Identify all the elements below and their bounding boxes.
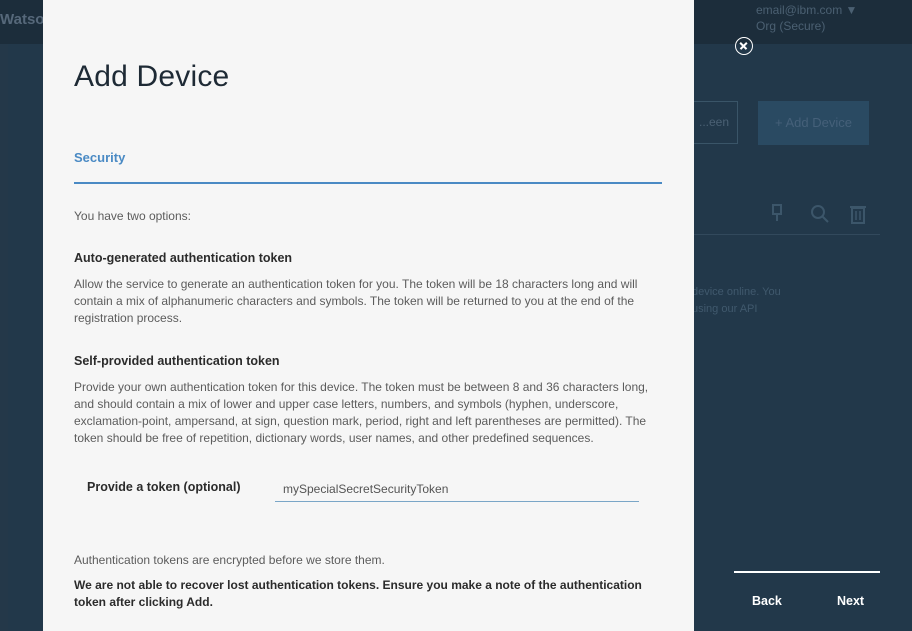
warning-text: We are not able to recover lost authenti… <box>74 578 642 609</box>
background-text-line: device online. You <box>692 286 781 298</box>
app-brand: Watso <box>0 11 45 28</box>
add-device-dialog: Add Device Security You have two options… <box>43 0 694 631</box>
tab-security[interactable]: Security <box>74 150 125 165</box>
intro-text: You have two options: <box>74 209 191 223</box>
add-device-button[interactable]: + Add Device <box>758 101 869 145</box>
user-email: email@ibm.com ▼ <box>756 3 858 17</box>
token-field-label: Provide a token (optional) <box>87 480 241 494</box>
user-org: Org (Secure) <box>756 19 826 33</box>
table-toolbar <box>690 200 880 235</box>
auto-token-heading: Auto-generated authentication token <box>74 251 293 265</box>
token-input[interactable] <box>275 476 639 502</box>
user-menu[interactable]: email@ibm.com ▼ Org (Secure) <box>756 2 857 34</box>
back-button[interactable]: Back <box>752 594 782 608</box>
dialog-title: Add Device <box>74 60 230 93</box>
tab-underline <box>74 182 662 184</box>
secondary-button[interactable]: ...een <box>690 101 738 144</box>
background-text: device online. You using our API <box>692 284 781 318</box>
trash-icon[interactable] <box>850 204 866 229</box>
self-token-description: Provide your own authentication token fo… <box>74 380 649 445</box>
background-text-line: using our API <box>692 303 758 315</box>
auto-token-description: Allow the service to generate an authent… <box>74 277 638 325</box>
wizard-progress-line <box>734 571 880 573</box>
search-icon[interactable] <box>810 204 830 229</box>
pin-icon[interactable] <box>770 204 784 227</box>
next-button[interactable]: Next <box>837 594 864 608</box>
self-token-heading: Self-provided authentication token <box>74 354 280 368</box>
encryption-note: Authentication tokens are encrypted befo… <box>74 553 385 567</box>
close-icon[interactable] <box>735 37 753 55</box>
